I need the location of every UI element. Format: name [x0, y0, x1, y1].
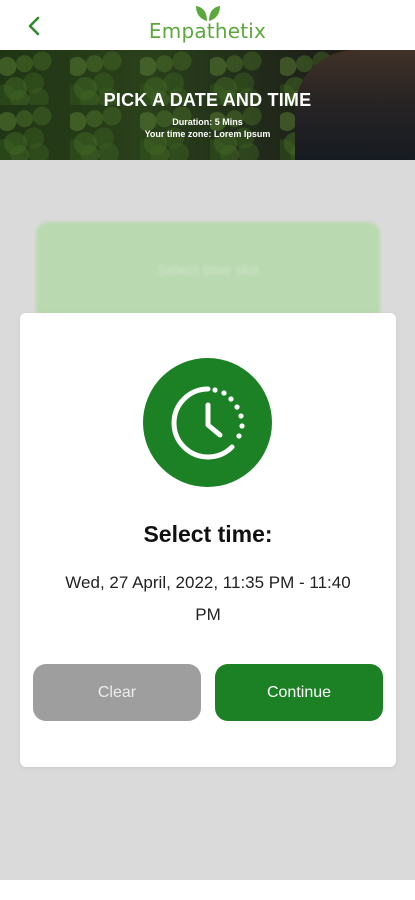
duration-text: Duration: 5 Mins [172, 117, 243, 127]
logo-text: Empathetix [148, 19, 267, 43]
hero-title: PICK A DATE AND TIME [103, 90, 312, 110]
bottom-strip [0, 880, 415, 900]
select-time-dialog: Select time: Wed, 27 April, 2022, 11:35 … [20, 313, 396, 767]
dialog-title: Select time: [143, 521, 273, 547]
app-logo: Empathetix [0, 4, 415, 43]
timezone-text: Your time zone: Lorem Ipsum [144, 129, 271, 139]
continue-button[interactable]: Continue [215, 664, 383, 721]
background-card: Select time slot [36, 222, 380, 322]
clock-badge [143, 358, 272, 487]
hero-banner: PICK A DATE AND TIME Duration: 5 Mins Yo… [0, 50, 415, 160]
app-header: Empathetix [0, 0, 415, 50]
clear-button[interactable]: Clear [33, 664, 201, 721]
selected-time-text: Wed, 27 April, 2022, 11:35 PM - 11:40 PM [65, 573, 351, 624]
background-card-label: Select time slot [157, 262, 259, 279]
clock-icon [171, 386, 245, 459]
